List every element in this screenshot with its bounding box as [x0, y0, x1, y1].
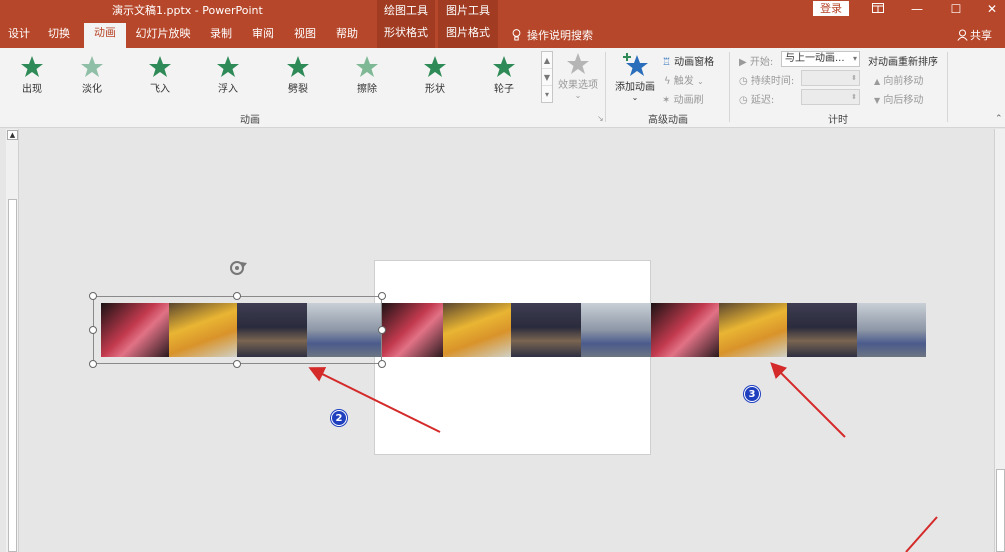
- annotation-arrow: [308, 367, 441, 433]
- annotation-arrow: [905, 516, 938, 552]
- annotation-arrows: [308, 362, 938, 552]
- annotation-arrow: [770, 362, 846, 438]
